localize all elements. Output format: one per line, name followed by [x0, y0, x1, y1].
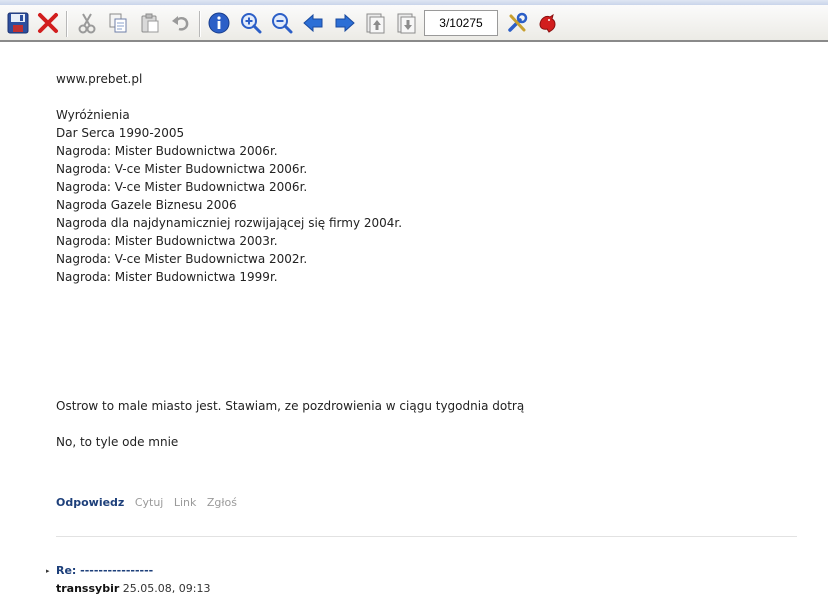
toolbar [0, 5, 828, 42]
bird-button[interactable] [535, 10, 561, 36]
copy-button[interactable] [105, 10, 131, 36]
tools-icon [508, 12, 528, 32]
award-line: Nagroda: Mister Budownictwa 2003r. [56, 234, 278, 248]
info-icon [208, 12, 230, 34]
reply-post-title[interactable]: Re: ---------------- [56, 563, 153, 579]
page-down-icon [397, 13, 416, 34]
reply-post-meta: transsybir 25.05.08, 09:13 [56, 581, 210, 597]
toolbar-separator [199, 11, 201, 37]
cut-icon [78, 13, 96, 34]
message-counter-field[interactable] [424, 10, 498, 36]
copy-icon [109, 13, 127, 33]
award-line: Nagroda Gazele Biznesu 2006 [56, 198, 237, 212]
link-link[interactable]: Link [174, 496, 197, 509]
toolbar-separator [66, 11, 68, 37]
arrow-right-icon [335, 13, 355, 33]
award-line: Nagroda: V-ce Mister Budownictwa 2006r. [56, 180, 308, 194]
reply-author[interactable]: transsybir [56, 582, 119, 595]
award-line: Nagroda dla najdynamiczniej rozwijającej… [56, 216, 403, 230]
close-button[interactable] [35, 10, 61, 36]
post-body: www.prebet.pl Wyróżnienia Dar Serca 1990… [56, 70, 796, 286]
post-url: www.prebet.pl [56, 72, 143, 86]
post-signoff: No, to tyle ode mnie [56, 435, 179, 449]
page-up-button[interactable] [362, 10, 388, 36]
award-line: Nagroda: Mister Budownictwa 2006r. [56, 144, 278, 158]
award-line: Nagroda: Mister Budownictwa 1999r. [56, 270, 278, 284]
next-button[interactable] [332, 10, 358, 36]
awards-header: Wyróżnienia [56, 108, 130, 122]
previous-button[interactable] [300, 10, 326, 36]
reply-timestamp: 25.05.08, 09:13 [122, 582, 211, 595]
bird-icon [539, 13, 556, 33]
arrow-left-icon [303, 13, 323, 33]
zoom-out-icon [272, 13, 293, 34]
bullet-arrow-icon: ▸ [46, 567, 50, 575]
save-button[interactable] [5, 10, 31, 36]
zoom-in-icon [241, 13, 262, 34]
paste-button[interactable] [137, 10, 163, 36]
close-icon [38, 13, 58, 33]
reply-link[interactable]: Odpowiedz [56, 496, 124, 509]
cut-button[interactable] [74, 10, 100, 36]
undo-button[interactable] [168, 10, 194, 36]
post-divider [56, 536, 797, 537]
quote-link[interactable]: Cytuj [135, 496, 164, 509]
post-message: Ostrow to male miasto jest. Stawiam, ze … [56, 399, 525, 413]
award-line: Nagroda: V-ce Mister Budownictwa 2002r. [56, 252, 308, 266]
report-link[interactable]: Zgłoś [207, 496, 237, 509]
zoom-out-button[interactable] [269, 10, 295, 36]
tools-button[interactable] [504, 10, 530, 36]
award-line: Nagroda: V-ce Mister Budownictwa 2006r. [56, 162, 308, 176]
post-actions: Odpowiedz Cytuj Link Zgłoś [56, 494, 244, 512]
zoom-in-button[interactable] [238, 10, 264, 36]
page-up-icon [366, 13, 385, 34]
save-icon [7, 12, 29, 34]
page-down-button[interactable] [393, 10, 419, 36]
award-line: Dar Serca 1990-2005 [56, 126, 185, 140]
paste-icon [141, 13, 159, 33]
info-button[interactable] [206, 10, 232, 36]
undo-icon [172, 16, 189, 31]
